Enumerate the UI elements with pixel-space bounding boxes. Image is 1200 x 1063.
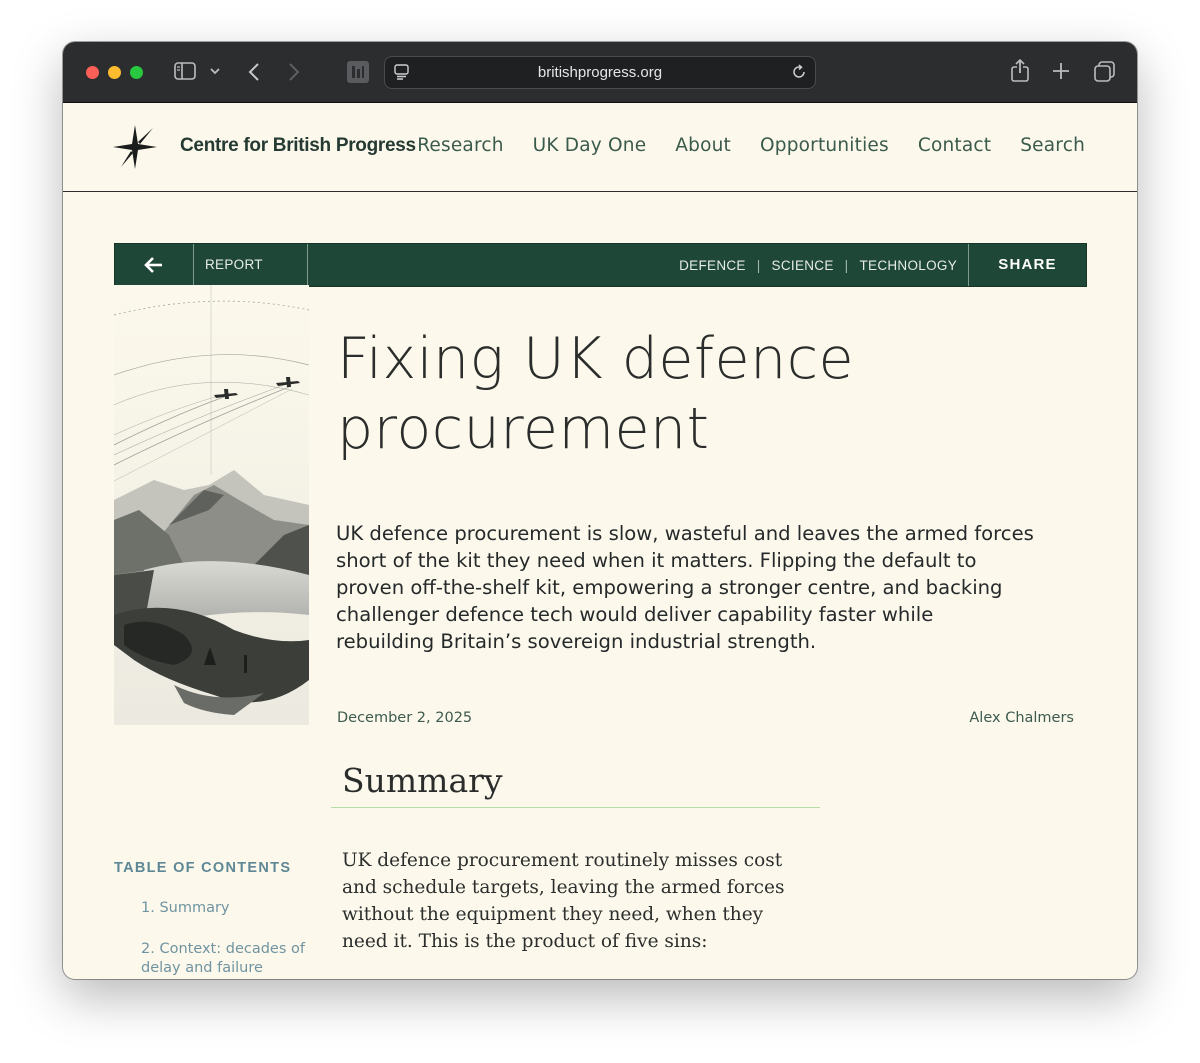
tag-separator: | — [756, 257, 761, 273]
share-button[interactable]: SHARE — [968, 244, 1086, 286]
tab-overview-icon[interactable] — [1094, 61, 1115, 82]
main-nav: Research UK Day One About Opportunities … — [388, 135, 1085, 156]
back-icon[interactable] — [248, 62, 260, 82]
nav-contact[interactable]: Contact — [918, 135, 991, 156]
tag-technology[interactable]: TECHNOLOGY — [859, 258, 957, 273]
publish-date: December 2, 2025 — [337, 710, 473, 726]
toc-item-summary[interactable]: 1. Summary — [141, 899, 311, 918]
star-logo-icon[interactable] — [113, 125, 159, 176]
tag-science[interactable]: SCIENCE — [772, 258, 834, 273]
close-window-button[interactable] — [86, 66, 99, 79]
nav-search[interactable]: Search — [1020, 135, 1085, 156]
browser-toolbar: britishprogress.org — [63, 42, 1137, 103]
arrow-left-icon — [144, 257, 162, 273]
toc-title: TABLE OF CONTENTS — [114, 860, 292, 876]
article-lede: UK defence procurement is slow, wasteful… — [336, 522, 1034, 653]
article-illustration — [113, 285, 310, 725]
tag-list: DEFENCE | SCIENCE | TECHNOLOGY — [679, 244, 957, 286]
minimize-window-button[interactable] — [108, 66, 121, 79]
article-title: Fixing UK defence procurement — [337, 324, 897, 464]
browser-window: britishprogress.org Centre for British P… — [63, 42, 1137, 979]
toc-item-context[interactable]: 2. Context: decades of delay and failure — [141, 940, 311, 978]
nav-opportunities[interactable]: Opportunities — [760, 135, 889, 156]
report-type-label: REPORT — [193, 244, 308, 286]
reload-icon[interactable] — [791, 64, 807, 80]
address-bar[interactable]: britishprogress.org — [384, 56, 816, 89]
report-bar: REPORT DEFENCE | SCIENCE | TECHNOLOGY SH… — [114, 243, 1087, 287]
nav-about[interactable]: About — [675, 135, 731, 156]
site-header: Centre for British Progress Research UK … — [63, 103, 1137, 192]
summary-section-heading: Summary — [331, 759, 820, 808]
tag-defence[interactable]: DEFENCE — [679, 258, 746, 273]
url-text[interactable]: britishprogress.org — [385, 64, 815, 81]
nav-research[interactable]: Research — [417, 135, 503, 156]
back-button[interactable] — [115, 244, 194, 286]
nav-uk-day-one[interactable]: UK Day One — [533, 135, 647, 156]
sidebar-toggle-icon[interactable] — [174, 62, 196, 80]
article-title-line-1: Fixing UK defence — [337, 326, 855, 392]
site-brand-link[interactable]: Centre for British Progress — [180, 135, 416, 157]
share-icon[interactable] — [1010, 59, 1030, 83]
author-link[interactable]: Alex Chalmers — [969, 710, 1074, 726]
chevron-down-icon[interactable] — [209, 67, 221, 75]
new-tab-icon[interactable] — [1052, 62, 1070, 80]
summary-heading-text: Summary — [342, 761, 503, 800]
extension-icon[interactable] — [347, 61, 369, 83]
article-title-line-2: procurement — [337, 396, 710, 462]
tag-separator: | — [844, 257, 849, 273]
maximize-window-button[interactable] — [130, 66, 143, 79]
summary-paragraph: UK defence procurement routinely misses … — [342, 850, 785, 952]
forward-icon[interactable] — [288, 62, 300, 82]
